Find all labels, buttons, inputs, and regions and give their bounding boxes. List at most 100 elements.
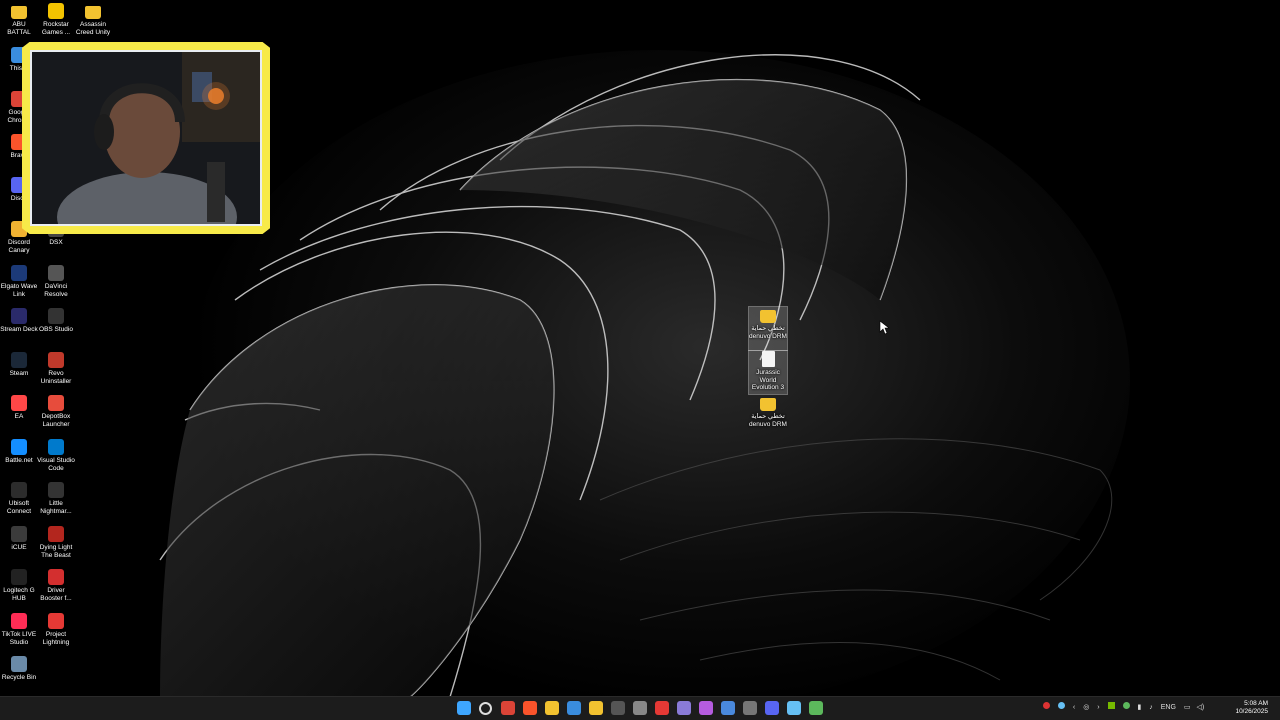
depotbox-icon <box>48 395 64 411</box>
mic-icon[interactable] <box>743 701 757 715</box>
folder-icon <box>760 310 776 323</box>
mouse-cursor <box>879 320 890 335</box>
tray-app-icon[interactable] <box>1043 702 1050 709</box>
terminal-icon[interactable] <box>589 701 603 715</box>
tiktok-icon <box>11 613 27 629</box>
webcam-overlay <box>22 42 270 234</box>
desktop-shortcut-label: DaVinci Resolve <box>44 283 68 298</box>
revo-icon <box>48 352 64 368</box>
obs-icon <box>48 308 64 324</box>
desktop-shortcut-label: Dying Light The Beast <box>39 544 73 559</box>
desktop-shortcut[interactable]: Stream Deck <box>0 308 38 351</box>
desktop-shortcut-label: Ubisoft Connect <box>6 500 32 515</box>
desktop-shortcut[interactable]: Rockstar Games ... <box>37 3 75 46</box>
dying-light-icon <box>48 526 64 542</box>
desktop-shortcut[interactable]: TikTok LIVE Studio <box>0 613 38 656</box>
desktop-shortcut[interactable]: Revo Uninstaller <box>37 352 75 395</box>
driver-booster-icon <box>48 569 64 585</box>
desktop-shortcut-label: DSX <box>49 239 63 246</box>
desktop-shortcut-label: Visual Studio Code <box>37 457 75 472</box>
desktop-shortcut-label: Project Lightning <box>42 631 70 646</box>
davinci-icon <box>48 265 64 281</box>
nvidia-icon[interactable] <box>1107 702 1115 709</box>
steam-icon[interactable] <box>1057 702 1065 709</box>
desktop-shortcut-label: iCUE <box>11 544 27 551</box>
desktop-shortcut-label: Steam <box>9 370 29 377</box>
brave-icon[interactable] <box>523 701 537 715</box>
desktop-shortcut[interactable]: Assassin Creed Unity <box>74 3 112 46</box>
stream-deck-icon <box>11 308 27 324</box>
desktop-shortcut[interactable]: تخطي حماية denuvo DRM <box>748 306 788 351</box>
desktop-shortcut[interactable]: Ubisoft Connect <box>0 482 38 525</box>
battlenet-icon <box>11 439 27 455</box>
volume-icon[interactable]: ◁) <box>1196 704 1204 711</box>
desktop-shortcut[interactable]: Dying Light The Beast <box>37 526 75 569</box>
project-lightning-icon <box>48 613 64 629</box>
app-icon[interactable] <box>699 701 713 715</box>
desktop-shortcut-label: EA <box>14 413 24 420</box>
desktop-shortcut[interactable]: Jurassic World Evolution 3 <box>748 350 788 395</box>
taskbar: ‹ ◎ › ▮ ♪ ENG ▭ ◁) 5:08 AM 10/26/2025 <box>0 696 1280 720</box>
desktop-shortcut[interactable]: Project Lightning <box>37 613 75 656</box>
desktop-shortcut[interactable]: EA <box>0 395 38 438</box>
desktop-shortcut-label: Revo Uninstaller <box>40 370 72 385</box>
desktop-shortcut[interactable]: تخطي حماية denuvo DRM <box>749 395 787 438</box>
obs-icon[interactable] <box>611 701 625 715</box>
language-indicator[interactable]: ENG <box>1161 704 1176 711</box>
little-nightmares-icon <box>48 482 64 498</box>
depotbox-icon[interactable] <box>655 701 669 715</box>
desktop-shortcut[interactable]: Visual Studio Code <box>37 439 75 482</box>
usb-icon[interactable]: ▮ <box>1137 704 1141 711</box>
arrow-icon[interactable]: › <box>1097 704 1099 711</box>
network-icon[interactable]: ◎ <box>1083 704 1089 711</box>
desktop-shortcut[interactable]: iCUE <box>0 526 38 569</box>
desktop-shortcut[interactable]: Little Nightmar... <box>37 482 75 525</box>
settings-icon[interactable] <box>721 701 735 715</box>
desktop-shortcut[interactable]: Battle.net <box>0 439 38 482</box>
desktop-shortcut-label: Logitech G HUB <box>3 587 35 602</box>
desktop-shortcut[interactable]: OBS Studio <box>37 308 75 351</box>
discord-icon[interactable] <box>765 701 779 715</box>
wave-link-icon <box>11 265 27 281</box>
clock-time: 5:08 AM <box>1244 700 1268 707</box>
desktop-shortcut-label: TikTok LIVE Studio <box>1 631 37 646</box>
store-icon[interactable] <box>567 701 581 715</box>
search-icon[interactable] <box>479 702 492 715</box>
desktop-shortcut-label: تخطي حماية denuvo DRM <box>749 413 787 428</box>
start-icon[interactable] <box>457 701 471 715</box>
desktop-shortcut[interactable]: Logitech G HUB <box>0 569 38 612</box>
desktop-shortcut[interactable]: Steam <box>0 352 38 395</box>
desktop-shortcut-label: ABU BATTAL <box>7 21 31 36</box>
recycle-bin-icon <box>11 656 27 672</box>
notepad-icon[interactable] <box>809 701 823 715</box>
mic-icon[interactable]: ♪ <box>1149 704 1153 711</box>
steam-icon <box>11 352 27 368</box>
desktop-shortcut-label: Assassin Creed Unity <box>75 21 111 36</box>
display-icon[interactable]: ▭ <box>1184 704 1191 711</box>
clock[interactable]: 5:08 AM 10/26/2025 <box>1235 700 1268 716</box>
status-dot-icon[interactable] <box>1122 702 1130 709</box>
desktop-shortcut-label: Recycle Bin <box>1 674 37 681</box>
ubisoft-icon <box>11 482 27 498</box>
desktop-shortcut[interactable]: DaVinci Resolve <box>37 265 75 308</box>
davinci-icon[interactable] <box>633 701 647 715</box>
tray-icons[interactable]: ‹ ◎ › ▮ ♪ ENG ▭ ◁) <box>1043 702 1204 711</box>
desktop-shortcut[interactable]: Elgato Wave Link <box>0 265 38 308</box>
ea-icon <box>11 395 27 411</box>
desktop-shortcut-label: Battle.net <box>5 457 33 464</box>
steam-icon[interactable] <box>787 701 801 715</box>
file-explorer-icon[interactable] <box>545 701 559 715</box>
desktop-shortcut[interactable]: DepotBox Launcher <box>37 395 75 438</box>
desktop-shortcut-label: Little Nightmar... <box>40 500 72 515</box>
ghub-icon <box>11 569 27 585</box>
icue-icon <box>11 526 27 542</box>
folder-icon <box>760 398 776 411</box>
desktop-shortcut-label: Driver Booster f... <box>40 587 72 602</box>
chrome-icon[interactable] <box>501 701 515 715</box>
desktop-shortcut[interactable]: ABU BATTAL <box>0 3 38 46</box>
clock-date: 10/26/2025 <box>1235 708 1268 715</box>
chevron-left-icon[interactable]: ‹ <box>1073 704 1075 711</box>
desktop-shortcut[interactable]: Driver Booster f... <box>37 569 75 612</box>
app-icon[interactable] <box>677 701 691 715</box>
desktop-shortcut[interactable]: Recycle Bin <box>0 656 38 699</box>
